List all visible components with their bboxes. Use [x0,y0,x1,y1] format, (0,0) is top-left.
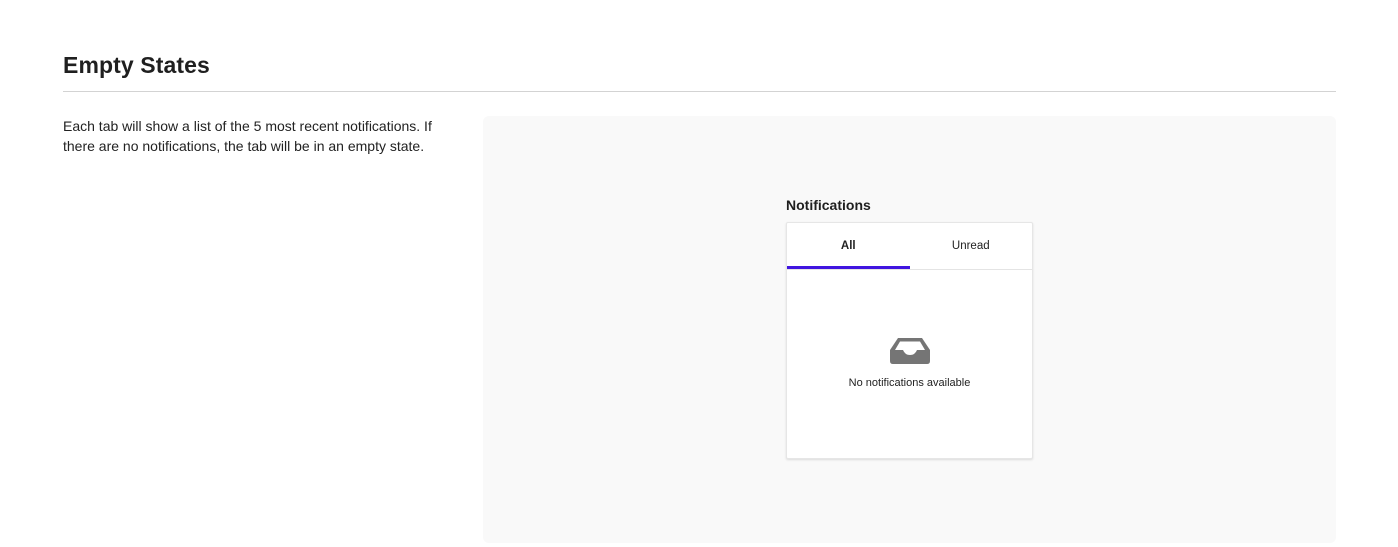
notifications-tabs: All Unread [787,223,1032,270]
inbox-icon [889,337,931,365]
section-title: Empty States [63,52,210,78]
page: Empty States Each tab will show a list o… [0,0,1398,547]
notifications-title: Notifications [786,197,871,213]
tab-unread[interactable]: Unread [910,223,1033,269]
section-description: Each tab will show a list of the 5 most … [63,118,432,154]
empty-state: No notifications available [787,337,1032,389]
preview-panel: Notifications All Unread No notification… [483,116,1336,543]
empty-state-message: No notifications available [848,377,971,389]
section-divider [63,91,1336,92]
tab-all[interactable]: All [787,223,910,269]
notifications-card: All Unread No notifications available [786,222,1033,459]
